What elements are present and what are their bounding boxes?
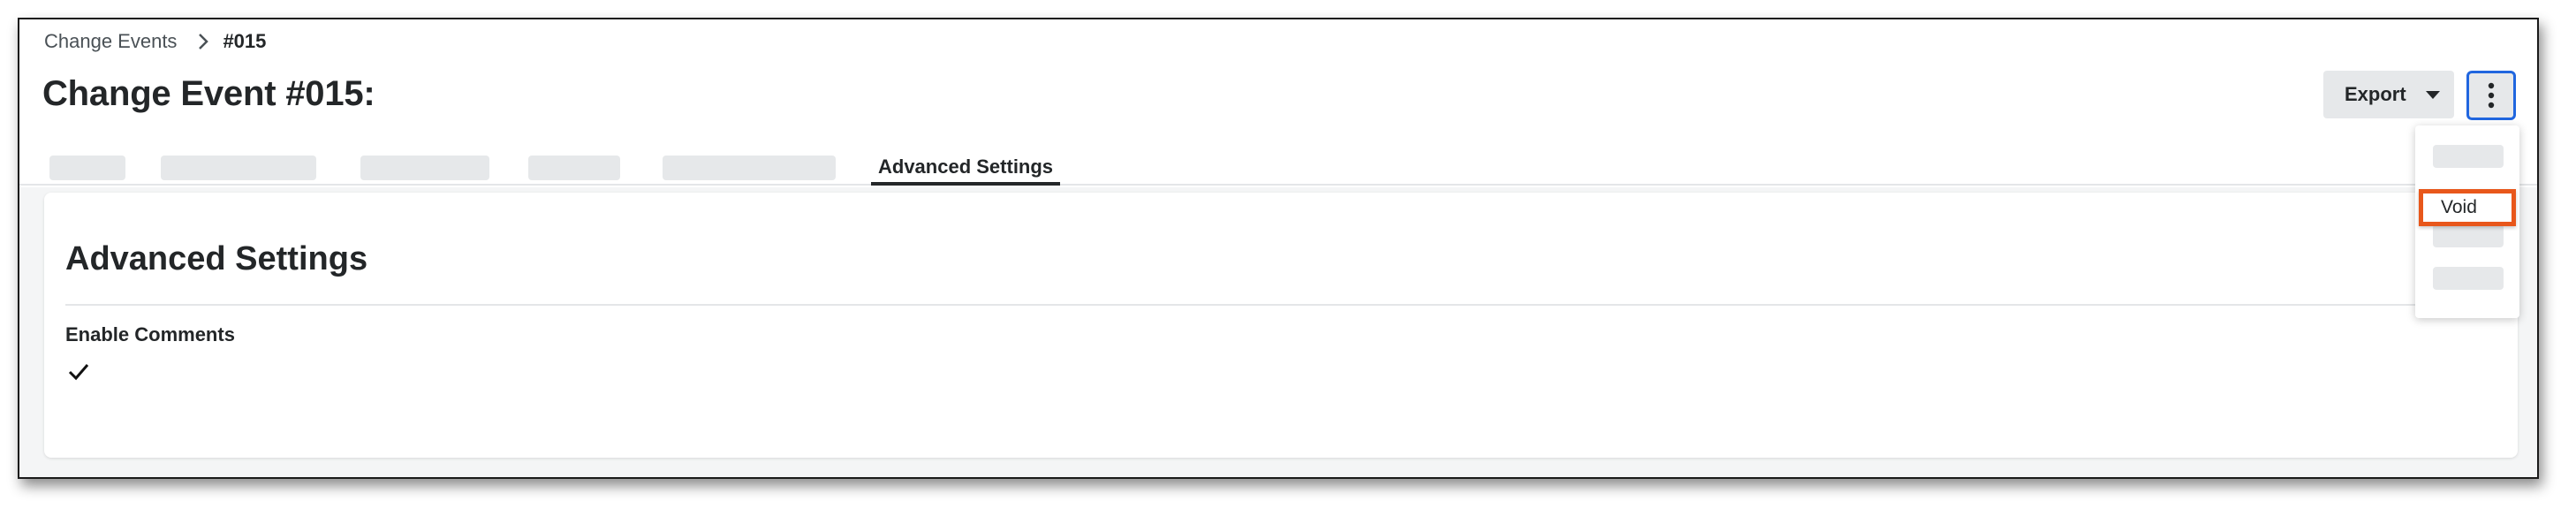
more-actions-menu: Void	[2415, 125, 2519, 318]
tab-placeholder-5[interactable]	[663, 156, 836, 180]
chevron-right-icon	[194, 33, 212, 50]
void-label: Void	[2441, 197, 2477, 217]
menu-item-placeholder-1[interactable]	[2433, 145, 2504, 168]
caret-down-icon	[2425, 90, 2440, 99]
breadcrumb: Change Events #015	[44, 30, 266, 53]
tab-bar: Advanced Settings	[19, 134, 2537, 186]
breadcrumb-current: #015	[223, 30, 267, 52]
menu-item-placeholder-3[interactable]	[2433, 267, 2504, 290]
menu-item-void[interactable]: Void	[2419, 189, 2516, 226]
tab-advanced-settings[interactable]: Advanced Settings	[871, 154, 1061, 186]
export-button[interactable]: Export	[2323, 71, 2454, 118]
menu-item-placeholder-2[interactable]	[2433, 224, 2504, 247]
tab-placeholder-1[interactable]	[49, 156, 125, 180]
page-title: Change Event #015:	[42, 74, 375, 113]
section-title: Advanced Settings	[65, 240, 368, 277]
export-label: Export	[2345, 83, 2406, 105]
enable-comments-label: Enable Comments	[65, 323, 235, 345]
advanced-settings-card: Advanced Settings Enable Comments	[44, 193, 2518, 458]
section-divider	[65, 304, 2518, 306]
app-window: Change Events #015 Change Event #015: Ex…	[18, 18, 2539, 479]
tab-placeholder-2[interactable]	[161, 156, 316, 180]
checkmark-icon	[68, 364, 89, 381]
breadcrumb-link-change-events[interactable]: Change Events	[44, 30, 177, 53]
tab-placeholder-4[interactable]	[528, 156, 620, 180]
more-actions-button[interactable]	[2466, 71, 2516, 120]
tab-placeholder-3[interactable]	[360, 156, 489, 180]
more-vertical-icon	[2488, 82, 2495, 109]
